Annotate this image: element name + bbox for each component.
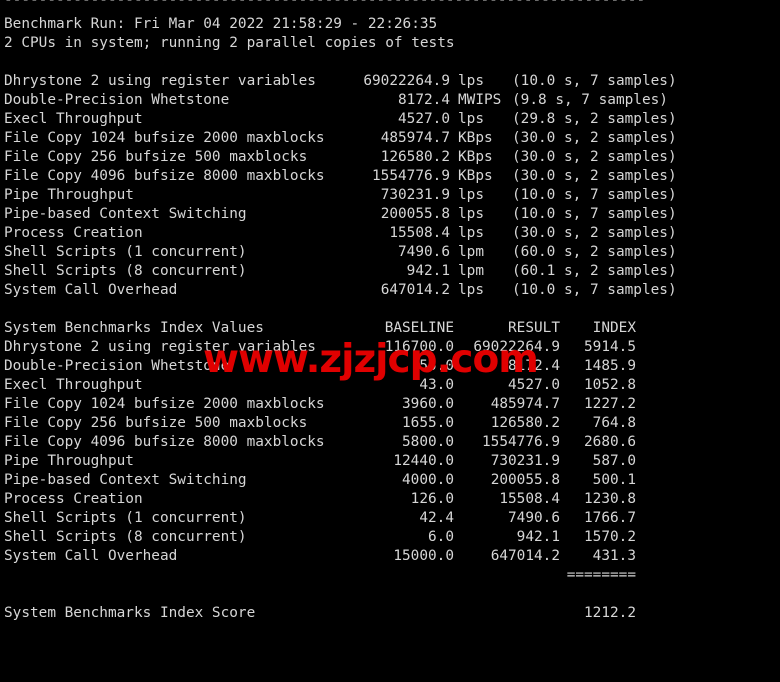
benchmark-value: 200055.8: [380, 206, 450, 222]
benchmark-result-row: System Call Overhead 647014.2 lps (10.0 s, …: [4, 281, 776, 300]
index-index-value: 764.8: [592, 415, 636, 431]
benchmark-value: 69022264.9: [363, 73, 450, 89]
index-index-value: 5914.5: [584, 339, 636, 355]
index-table-header-row: System Benchmarks Index Values BASELINE …: [4, 319, 776, 338]
benchmark-result-row: Process Creation 15508.4 lps (30.0 s, 2 sam…: [4, 224, 776, 243]
benchmark-result-row: Shell Scripts (1 concurrent) 7490.6 lpm (60…: [4, 243, 776, 262]
benchmark-timing: (10.0 s, 7 samples): [512, 73, 677, 89]
benchmark-timing: (10.0 s, 7 samples): [512, 206, 677, 222]
score-separator-row: ========: [4, 566, 776, 585]
index-value-row: File Copy 4096 bufsize 8000 maxblocks 580…: [4, 433, 776, 452]
index-value-row: Shell Scripts (8 concurrent) 6.0 942.1 1570…: [4, 528, 776, 547]
top-rule-spacer: [4, 0, 776, 15]
benchmark-timing: (30.0 s, 2 samples): [512, 168, 677, 184]
benchmark-result-row: File Copy 1024 bufsize 2000 maxblocks 485…: [4, 129, 776, 148]
benchmark-value: 7490.6: [398, 244, 450, 260]
benchmark-value: 647014.2: [380, 282, 450, 298]
benchmark-value: 4527.0: [398, 111, 450, 127]
terminal-screen: Benchmark Run: Fri Mar 04 2022 21:58:29 …: [4, 0, 776, 682]
benchmark-unit: KBps: [458, 149, 493, 165]
index-index-value: 587.0: [592, 453, 636, 469]
benchmark-timing: (60.0 s, 2 samples): [512, 244, 677, 260]
benchmark-value: 485974.7: [380, 130, 450, 146]
index-value-row: Process Creation 126.0 15508.4 1230.8: [4, 490, 776, 509]
benchmark-value: 15508.4: [389, 225, 450, 241]
benchmark-unit: MWIPS: [458, 92, 502, 108]
benchmark-unit: KBps: [458, 130, 493, 146]
terminal-window: ----------------------------------------…: [0, 0, 780, 682]
benchmark-unit: lpm: [458, 263, 484, 279]
benchmark-result-row: Pipe-based Context Switching 200055.8 lps(…: [4, 205, 776, 224]
index-index-value: 1052.8: [584, 377, 636, 393]
benchmark-result-row: Pipe Throughput 730231.9 lps (10.0 s, 7 sam…: [4, 186, 776, 205]
benchmark-results-table: Dhrystone 2 using register variables 6902…: [4, 72, 776, 300]
benchmark-value: 942.1: [406, 263, 450, 279]
benchmark-timing: (30.0 s, 2 samples): [512, 130, 677, 146]
index-value-row: Dhrystone 2 using register variables 1167…: [4, 338, 776, 357]
column-header-index: INDEX: [592, 320, 636, 336]
index-value-row: Shell Scripts (1 concurrent) 42.4 7490.6 17…: [4, 509, 776, 528]
benchmark-result-row: Execl Throughput 4527.0 lps (29.8 s, 2 samp…: [4, 110, 776, 129]
index-value-row: File Copy 256 bufsize 500 maxblocks 1655.…: [4, 414, 776, 433]
benchmark-value: 8172.4: [398, 92, 450, 108]
benchmark-unit: lps: [458, 111, 484, 127]
benchmark-unit: lps: [458, 206, 484, 222]
benchmark-value: 126580.2: [380, 149, 450, 165]
index-index-value: 500.1: [592, 472, 636, 488]
benchmark-timing: (30.0 s, 2 samples): [512, 225, 677, 241]
index-index-value: 2680.6: [584, 434, 636, 450]
benchmark-result-row: Shell Scripts (8 concurrent) 942.1 lpm (60.…: [4, 262, 776, 281]
index-index-value: 1230.8: [584, 491, 636, 507]
benchmark-timing: (10.0 s, 7 samples): [512, 282, 677, 298]
benchmark-value: 730231.9: [380, 187, 450, 203]
cpu-info-line: 2 CPUs in system; running 2 parallel cop…: [4, 35, 455, 51]
benchmark-unit: lps: [458, 225, 484, 241]
index-value-row: Pipe-based Context Switching 4000.0 200055…: [4, 471, 776, 490]
index-value-row: System Call Overhead 15000.0 647014.2 431.3: [4, 547, 776, 566]
benchmark-unit: lps: [458, 73, 484, 89]
benchmark-timing: (60.1 s, 2 samples): [512, 263, 677, 279]
index-value-row: Execl Throughput 43.0 4527.0 1052.8: [4, 376, 776, 395]
benchmark-result-row: Dhrystone 2 using register variables 6902…: [4, 72, 776, 91]
index-value-row: Pipe Throughput 12440.0 730231.9 587.0: [4, 452, 776, 471]
benchmark-value: 1554776.9: [372, 168, 450, 184]
benchmark-timing: (30.0 s, 2 samples): [512, 149, 677, 165]
index-index-value: 1766.7: [584, 510, 636, 526]
benchmark-unit: lps: [458, 187, 484, 203]
index-score-row: System Benchmarks Index Score 1212.2: [4, 604, 776, 623]
index-value-row: Double-Precision Whetstone 55.0 8172.4 1485…: [4, 357, 776, 376]
index-values-table: Dhrystone 2 using register variables 1167…: [4, 338, 776, 566]
index-index-value: 1485.9: [584, 358, 636, 374]
benchmark-run-header: Benchmark Run: Fri Mar 04 2022 21:58:29 …: [4, 16, 438, 32]
score-separator: ========: [566, 567, 636, 583]
index-index-value: 1227.2: [584, 396, 636, 412]
benchmark-timing: (9.8 s, 7 samples): [512, 92, 668, 108]
benchmark-result-row: Double-Precision Whetstone 8172.4 MWIPS (9.…: [4, 91, 776, 110]
index-value-row: File Copy 1024 bufsize 2000 maxblocks 396…: [4, 395, 776, 414]
benchmark-unit: KBps: [458, 168, 493, 184]
index-index-value: 1570.2: [584, 529, 636, 545]
benchmark-unit: lpm: [458, 244, 484, 260]
benchmark-timing: (10.0 s, 7 samples): [512, 187, 677, 203]
benchmark-unit: lps: [458, 282, 484, 298]
benchmark-result-row: File Copy 256 bufsize 500 maxblocks 12658…: [4, 148, 776, 167]
benchmark-result-row: File Copy 4096 bufsize 8000 maxblocks 155…: [4, 167, 776, 186]
benchmark-timing: (29.8 s, 2 samples): [512, 111, 677, 127]
index-index-value: 431.3: [592, 548, 636, 564]
index-score-value: 1212.2: [584, 605, 636, 621]
